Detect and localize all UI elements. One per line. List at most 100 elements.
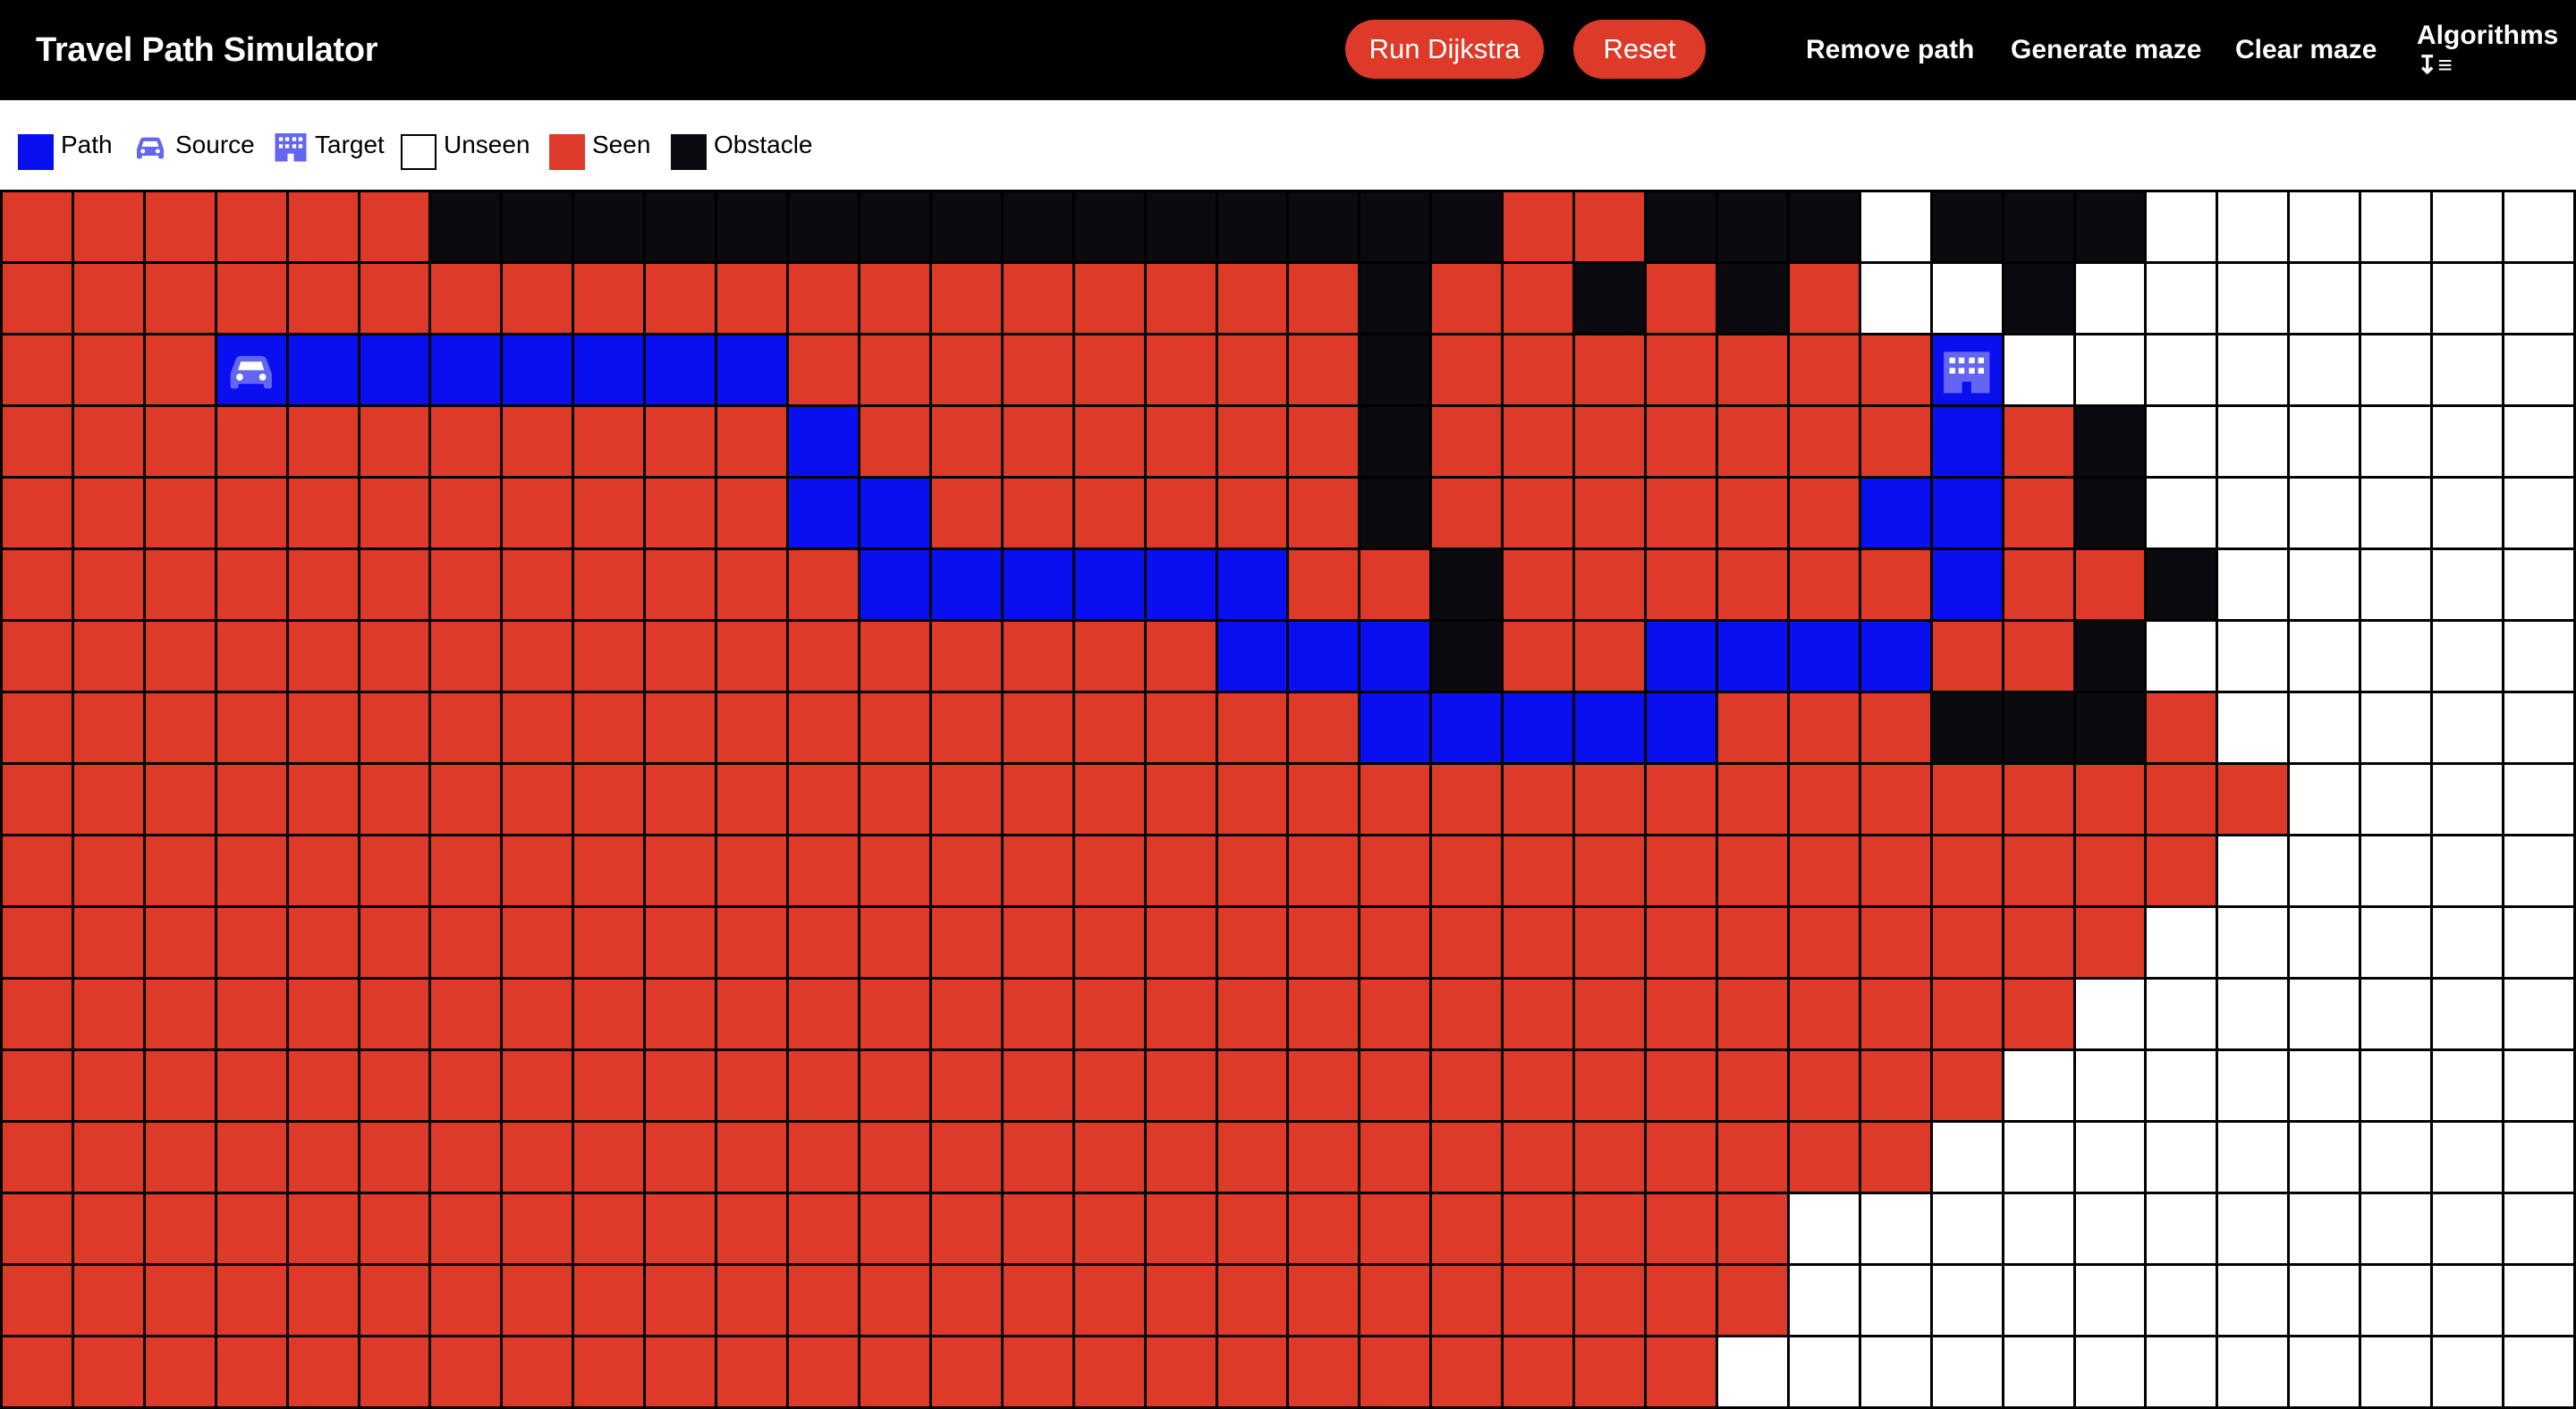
seen-cell[interactable] — [503, 765, 572, 834]
seen-cell[interactable] — [2075, 550, 2145, 619]
unseen-cell[interactable] — [2504, 192, 2573, 261]
seen-cell[interactable] — [860, 1337, 929, 1406]
seen-cell[interactable] — [1289, 1337, 1359, 1406]
seen-cell[interactable] — [789, 1337, 858, 1406]
unseen-cell[interactable] — [2290, 693, 2360, 762]
seen-cell[interactable] — [431, 622, 501, 691]
seen-cell[interactable] — [1289, 479, 1359, 547]
seen-cell[interactable] — [1146, 1266, 1216, 1335]
seen-cell[interactable] — [145, 693, 215, 762]
seen-cell[interactable] — [1789, 335, 1859, 404]
seen-cell[interactable] — [646, 693, 716, 762]
unseen-cell[interactable] — [2290, 1266, 2360, 1335]
seen-cell[interactable] — [1289, 980, 1359, 1048]
seen-cell[interactable] — [1003, 407, 1072, 476]
seen-cell[interactable] — [789, 908, 858, 977]
seen-cell[interactable] — [145, 264, 215, 333]
seen-cell[interactable] — [145, 1266, 215, 1335]
seen-cell[interactable] — [1575, 622, 1645, 691]
unseen-cell[interactable] — [2504, 1337, 2573, 1406]
seen-cell[interactable] — [1932, 836, 2002, 905]
seen-cell[interactable] — [646, 622, 716, 691]
obstacle-cell[interactable] — [2004, 264, 2073, 333]
seen-cell[interactable] — [3, 407, 72, 476]
unseen-cell[interactable] — [2361, 908, 2431, 977]
seen-cell[interactable] — [360, 1123, 429, 1192]
seen-cell[interactable] — [860, 1051, 929, 1120]
seen-cell[interactable] — [1360, 1051, 1430, 1120]
seen-cell[interactable] — [931, 622, 1001, 691]
seen-cell[interactable] — [1504, 836, 1573, 905]
seen-cell[interactable] — [2004, 407, 2073, 476]
path-cell[interactable] — [1932, 550, 2002, 619]
seen-cell[interactable] — [1575, 1337, 1645, 1406]
unseen-cell[interactable] — [2004, 1051, 2073, 1120]
seen-cell[interactable] — [145, 1051, 215, 1120]
seen-cell[interactable] — [1717, 693, 1787, 762]
unseen-cell[interactable] — [2218, 980, 2288, 1048]
seen-cell[interactable] — [431, 264, 501, 333]
unseen-cell[interactable] — [2075, 1266, 2145, 1335]
seen-cell[interactable] — [360, 980, 429, 1048]
seen-cell[interactable] — [717, 622, 787, 691]
path-cell[interactable] — [1289, 622, 1359, 691]
unseen-cell[interactable] — [2218, 407, 2288, 476]
seen-cell[interactable] — [1074, 765, 1144, 834]
seen-cell[interactable] — [717, 1337, 787, 1406]
seen-cell[interactable] — [360, 479, 429, 547]
seen-cell[interactable] — [2075, 836, 2145, 905]
unseen-cell[interactable] — [2004, 1123, 2073, 1192]
seen-cell[interactable] — [73, 1266, 143, 1335]
seen-cell[interactable] — [1647, 1194, 1716, 1263]
seen-cell[interactable] — [3, 622, 72, 691]
seen-cell[interactable] — [145, 550, 215, 619]
seen-cell[interactable] — [1647, 1123, 1716, 1192]
seen-cell[interactable] — [2147, 836, 2216, 905]
unseen-cell[interactable] — [1932, 1123, 2002, 1192]
seen-cell[interactable] — [1932, 765, 2002, 834]
seen-cell[interactable] — [1003, 1051, 1072, 1120]
unseen-cell[interactable] — [2361, 693, 2431, 762]
seen-cell[interactable] — [860, 980, 929, 1048]
seen-cell[interactable] — [1217, 1266, 1287, 1335]
seen-cell[interactable] — [1647, 1266, 1716, 1335]
seen-cell[interactable] — [216, 765, 286, 834]
unseen-cell[interactable] — [2147, 1051, 2216, 1120]
unseen-cell[interactable] — [2361, 1051, 2431, 1120]
seen-cell[interactable] — [1146, 693, 1216, 762]
seen-cell[interactable] — [288, 622, 358, 691]
seen-cell[interactable] — [1432, 479, 1502, 547]
path-cell[interactable] — [1932, 407, 2002, 476]
seen-cell[interactable] — [1932, 980, 2002, 1048]
path-cell[interactable] — [360, 335, 429, 404]
obstacle-cell[interactable] — [431, 192, 501, 261]
seen-cell[interactable] — [2004, 479, 2073, 547]
seen-cell[interactable] — [574, 765, 644, 834]
seen-cell[interactable] — [2004, 908, 2073, 977]
seen-cell[interactable] — [1217, 1337, 1287, 1406]
seen-cell[interactable] — [1789, 1123, 1859, 1192]
path-cell[interactable] — [1504, 693, 1573, 762]
seen-cell[interactable] — [1717, 980, 1787, 1048]
seen-cell[interactable] — [1003, 980, 1072, 1048]
seen-cell[interactable] — [717, 836, 787, 905]
seen-cell[interactable] — [216, 693, 286, 762]
unseen-cell[interactable] — [2433, 1194, 2503, 1263]
seen-cell[interactable] — [717, 479, 787, 547]
path-cell[interactable] — [503, 335, 572, 404]
seen-cell[interactable] — [503, 836, 572, 905]
seen-cell[interactable] — [1289, 908, 1359, 977]
seen-cell[interactable] — [1003, 1123, 1072, 1192]
obstacle-cell[interactable] — [1003, 192, 1072, 261]
seen-cell[interactable] — [717, 1123, 787, 1192]
unseen-cell[interactable] — [2504, 335, 2573, 404]
seen-cell[interactable] — [73, 335, 143, 404]
unseen-cell[interactable] — [2361, 479, 2431, 547]
unseen-cell[interactable] — [1789, 1266, 1859, 1335]
seen-cell[interactable] — [1146, 1337, 1216, 1406]
obstacle-cell[interactable] — [1932, 693, 2002, 762]
seen-cell[interactable] — [73, 908, 143, 977]
seen-cell[interactable] — [216, 622, 286, 691]
seen-cell[interactable] — [717, 980, 787, 1048]
seen-cell[interactable] — [1860, 335, 1930, 404]
